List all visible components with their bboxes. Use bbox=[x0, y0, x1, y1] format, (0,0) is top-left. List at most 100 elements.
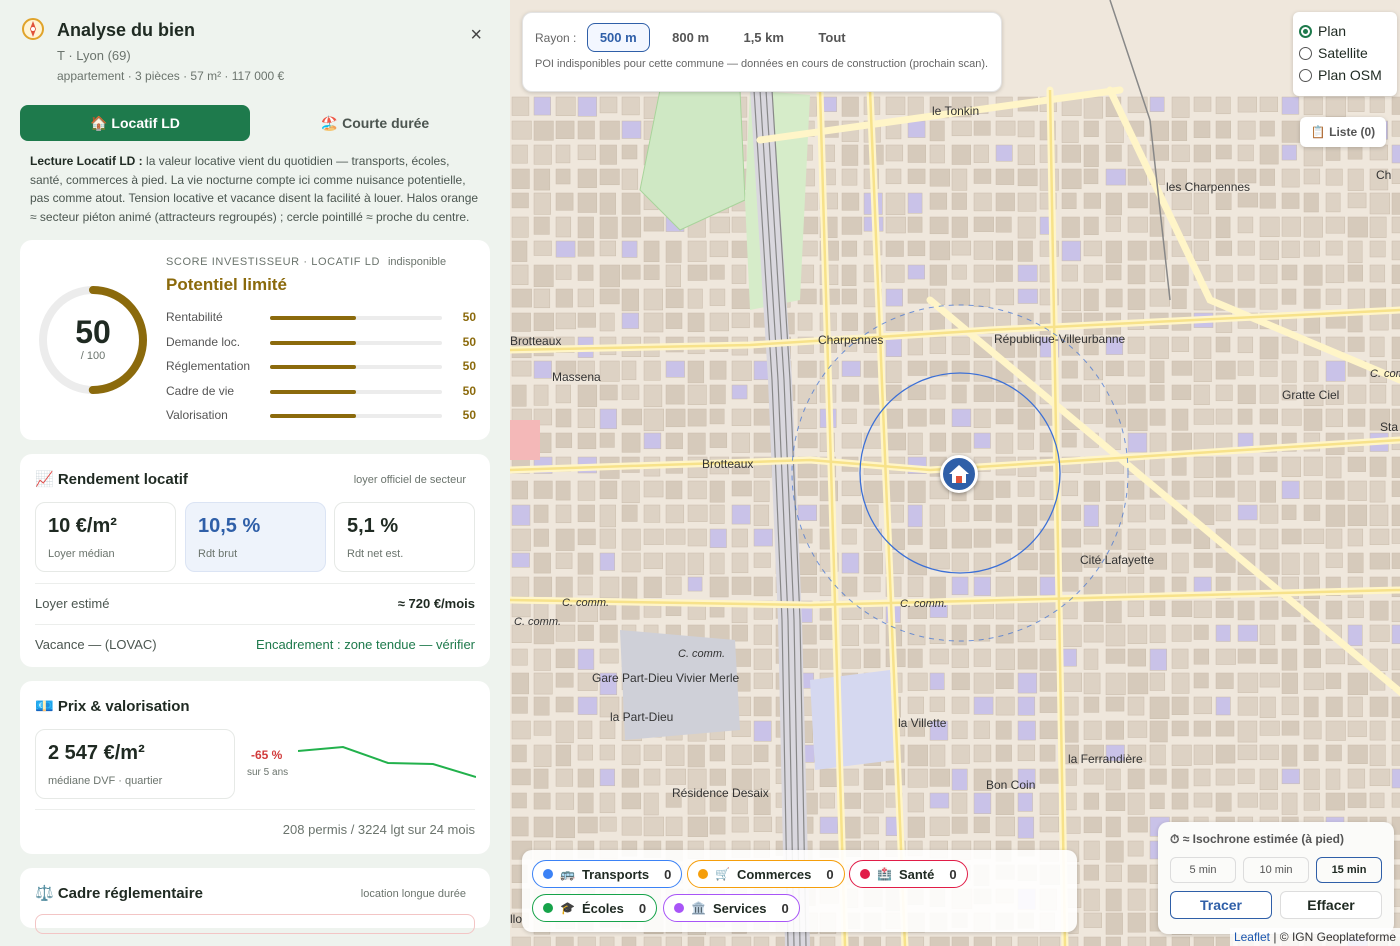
category-dot bbox=[860, 869, 870, 879]
tracer-button[interactable]: Tracer bbox=[1170, 891, 1272, 919]
iso-5min-button[interactable]: 5 min bbox=[1170, 857, 1236, 883]
panel-title: Analyse du bien bbox=[57, 20, 196, 40]
permits-info: 208 permis / 3224 lgt sur 24 mois bbox=[282, 822, 475, 837]
radius-1-5km-button[interactable]: 1,5 km bbox=[731, 24, 795, 51]
mode-tabs: 🏠 Locatif LD 🏖️ Courte durée bbox=[20, 105, 490, 141]
criterion-value: 50 bbox=[462, 335, 476, 349]
radius-500m-button[interactable]: 500 m bbox=[586, 23, 650, 52]
home-icon bbox=[949, 465, 969, 483]
radio-icon[interactable] bbox=[1299, 68, 1312, 82]
criterion-bar bbox=[270, 414, 442, 418]
category-icon: 🛒 bbox=[715, 867, 730, 881]
property-details: appartement · 3 pièces · 57 m² · 117 000… bbox=[57, 69, 285, 83]
criterion-bar-fill bbox=[270, 316, 356, 320]
effacer-button[interactable]: Effacer bbox=[1280, 891, 1382, 919]
tab-courte-duree[interactable]: 🏖️ Courte durée bbox=[260, 105, 490, 141]
panel-header: Analyse du bien T · Lyon (69) appartemen… bbox=[20, 0, 490, 95]
criterion-label: Rentabilité bbox=[166, 310, 223, 324]
layer-plan-osm[interactable]: Plan OSM bbox=[1299, 64, 1391, 86]
layer-plan[interactable]: Plan bbox=[1299, 20, 1391, 42]
regulation-title: ⚖️ Cadre réglementaire bbox=[35, 885, 203, 902]
radius-control: Rayon : 500 m 800 m 1,5 km Tout POI indi… bbox=[522, 12, 1002, 92]
isochrone-title: ⏱ ≈ Isochrone estimée (à pied) bbox=[1170, 832, 1344, 846]
criterion-row: Réglementation 50 bbox=[166, 357, 476, 377]
rental-yield-source: loyer officiel de secteur bbox=[353, 474, 466, 486]
category-label: Écoles bbox=[581, 900, 624, 916]
iso-15min-button[interactable]: 15 min bbox=[1316, 857, 1382, 883]
compass-icon bbox=[22, 18, 44, 40]
map-view[interactable]: le Tonkin les Charpennes Brotteaux Massena C… bbox=[510, 0, 1400, 946]
chip-transports[interactable]: 🚌 Transports 0 bbox=[532, 860, 683, 888]
category-count: 0 bbox=[781, 900, 789, 916]
criterion-label: Demande loc. bbox=[166, 335, 241, 349]
map-place-label: les Charpennes bbox=[1166, 180, 1251, 194]
rental-yield-card: 📈 Rendement locatif loyer officiel de se… bbox=[20, 454, 490, 667]
close-icon[interactable]: × bbox=[470, 24, 482, 47]
map-place-label: la Part-Dieu bbox=[610, 710, 674, 724]
chip-commerces[interactable]: 🛒 Commerces 0 bbox=[687, 860, 845, 888]
encadrement-link[interactable]: Encadrement : zone tendue — vérifier bbox=[256, 637, 475, 652]
map-place-label: Charpennes bbox=[818, 333, 884, 347]
criterion-bar-fill bbox=[270, 414, 356, 418]
layer-satellite[interactable]: Satellite bbox=[1299, 42, 1391, 64]
criterion-bar bbox=[270, 390, 442, 394]
map-place-label: Brotteaux bbox=[510, 334, 562, 348]
radius-800m-button[interactable]: 800 m bbox=[660, 24, 721, 51]
category-label: Commerces bbox=[736, 866, 812, 882]
map-place-label: Gare Part-Dieu Vivier Merle bbox=[592, 671, 740, 685]
chip-services[interactable]: 🏛️ Services 0 bbox=[663, 894, 800, 922]
tab-locatif-ld[interactable]: 🏠 Locatif LD bbox=[20, 105, 250, 141]
regulation-card: ⚖️ Cadre réglementaire location longue d… bbox=[20, 868, 490, 934]
poi-unavailable-note: POI indisponibles pour cette commune — d… bbox=[535, 58, 989, 70]
map-place-label: Résidence Desaix bbox=[672, 786, 769, 800]
regulation-alert bbox=[35, 914, 475, 934]
map-place-label: Bon Coin bbox=[986, 778, 1036, 792]
kpi-label: Rdt brut bbox=[198, 548, 238, 560]
criterion-bar-fill bbox=[270, 365, 356, 369]
criterion-value: 50 bbox=[462, 359, 476, 373]
map-place-label: Cité Lafayette bbox=[1080, 553, 1155, 567]
map-place-label: C. comm. bbox=[562, 597, 610, 609]
price-title: 💶 Prix & valorisation bbox=[35, 698, 190, 715]
layer-switcher: Plan Satellite Plan OSM bbox=[1293, 12, 1397, 96]
radio-icon[interactable] bbox=[1299, 24, 1312, 38]
criterion-row: Rentabilité 50 bbox=[166, 308, 476, 328]
poi-list-button[interactable]: 📋 Liste (0) bbox=[1300, 117, 1386, 147]
rental-yield-title: 📈 Rendement locatif bbox=[35, 471, 188, 488]
leaflet-link[interactable]: Leaflet bbox=[1234, 930, 1270, 944]
criterion-label: Cadre de vie bbox=[166, 384, 235, 398]
chip-ecoles[interactable]: 🎓 Écoles 0 bbox=[532, 894, 658, 922]
category-count: 0 bbox=[826, 866, 834, 882]
isochrone-panel: ⏱ ≈ Isochrone estimée (à pied) 5 min 10 … bbox=[1158, 822, 1394, 934]
criterion-bar bbox=[270, 341, 442, 345]
property-marker[interactable] bbox=[940, 455, 978, 493]
map-place-label: République-Villeurbanne bbox=[994, 332, 1126, 346]
score-value: 50 bbox=[75, 314, 111, 350]
category-icon: 🚌 bbox=[560, 867, 575, 881]
radius-all-button[interactable]: Tout bbox=[806, 24, 857, 51]
radio-icon[interactable] bbox=[1299, 46, 1312, 60]
layer-label: Satellite bbox=[1318, 45, 1368, 61]
attribution-text: | © IGN Geoplateforme bbox=[1269, 930, 1396, 944]
price-change-label: sur 5 ans bbox=[247, 767, 289, 778]
map-place-label: llo bbox=[510, 912, 523, 926]
map-place-label: C. comm. bbox=[900, 598, 948, 610]
kpi-value: 10,5 % bbox=[198, 515, 261, 537]
criterion-label: Réglementation bbox=[166, 359, 251, 373]
category-dot bbox=[543, 869, 553, 879]
score-denominator: / 100 bbox=[80, 350, 106, 362]
map-place-label: C. comm. bbox=[678, 648, 726, 660]
reading-guide: Lecture Locatif LD : la valeur locative … bbox=[30, 152, 480, 226]
estimated-rent-value: ≈ 720 €/mois bbox=[397, 596, 475, 611]
map-place-label: Sta bbox=[1380, 420, 1399, 434]
criterion-value: 50 bbox=[462, 384, 476, 398]
map-place-label: Brotteaux bbox=[702, 457, 754, 471]
category-dot bbox=[698, 869, 708, 879]
criterion-value: 50 bbox=[462, 408, 476, 422]
map-place-label: le Tonkin bbox=[932, 104, 980, 118]
iso-10min-button[interactable]: 10 min bbox=[1243, 857, 1309, 883]
chip-sante[interactable]: 🏥 Santé 0 bbox=[849, 860, 968, 888]
price-label: médiane DVF · quartier bbox=[48, 775, 163, 787]
criterion-value: 50 bbox=[462, 310, 476, 324]
category-label: Transports bbox=[581, 866, 650, 882]
